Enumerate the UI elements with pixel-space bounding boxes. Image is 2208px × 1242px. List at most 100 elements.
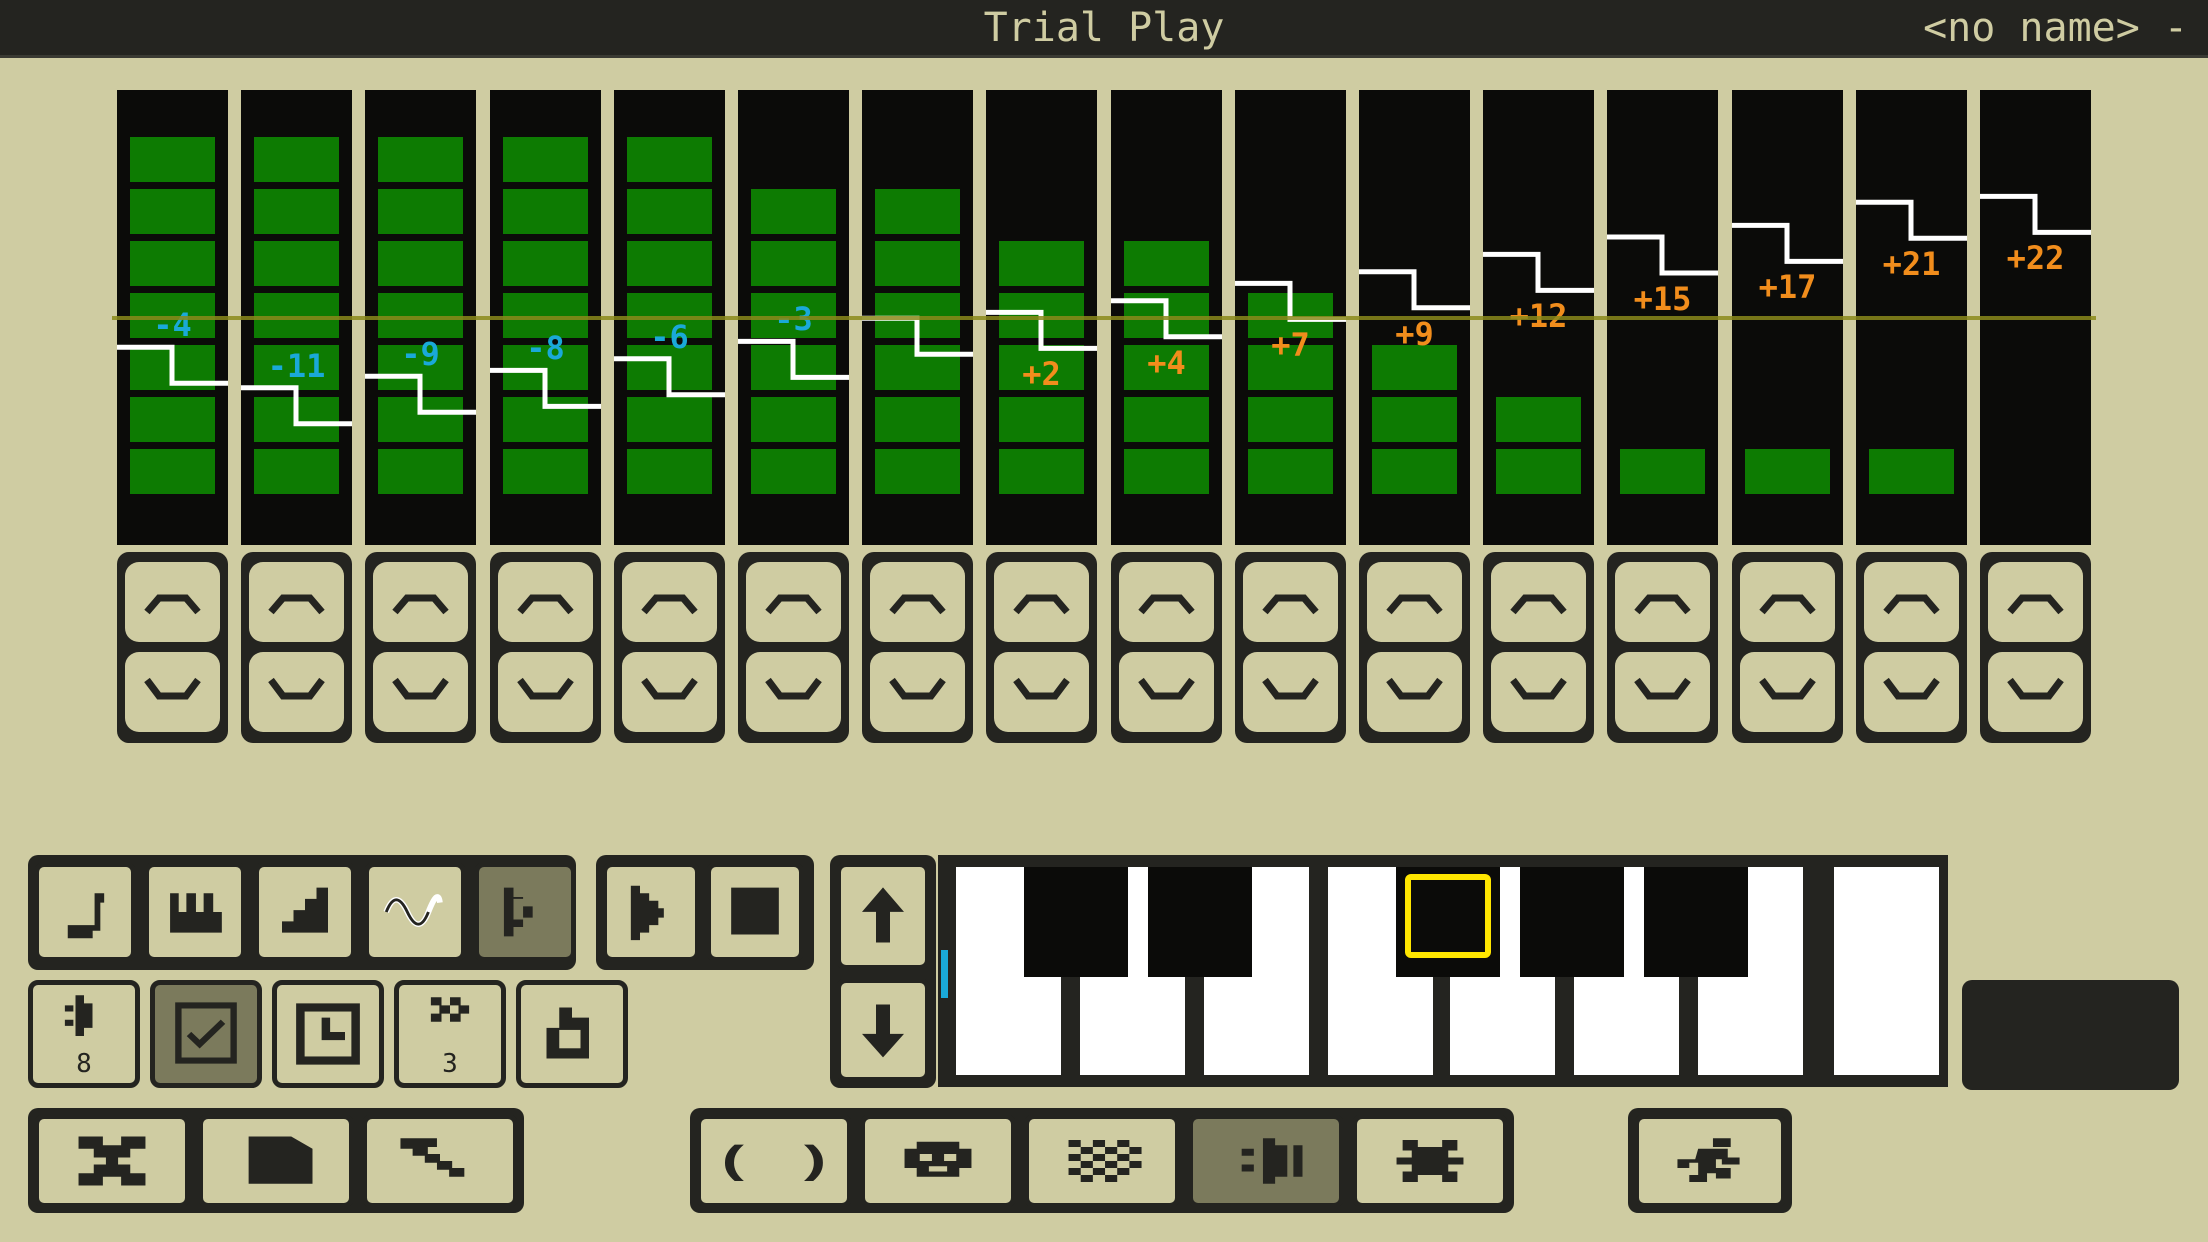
option-button[interactable] bbox=[272, 980, 384, 1088]
octave-up-button[interactable] bbox=[836, 862, 930, 970]
pitch-up-button[interactable] bbox=[125, 562, 220, 642]
mode-button[interactable] bbox=[34, 862, 136, 962]
svg-text:( ): ( ) bbox=[714, 1142, 834, 1185]
pitch-up-button[interactable] bbox=[1119, 562, 1214, 642]
map-icon bbox=[1068, 1140, 1142, 1182]
run-button[interactable] bbox=[1634, 1114, 1786, 1208]
black-key[interactable] bbox=[1148, 867, 1252, 977]
pitch-down-button[interactable] bbox=[1119, 652, 1214, 732]
chevron-up-icon bbox=[1510, 594, 1567, 615]
pitch-up-button[interactable] bbox=[870, 562, 965, 642]
pitch-down-button[interactable] bbox=[1491, 652, 1586, 732]
option-button[interactable] bbox=[150, 980, 262, 1088]
editor-tab[interactable] bbox=[860, 1114, 1016, 1208]
pitch-up-button[interactable] bbox=[249, 562, 344, 642]
white-key[interactable] bbox=[1834, 867, 1939, 1075]
black-key[interactable] bbox=[1024, 867, 1128, 977]
play-button[interactable] bbox=[602, 862, 700, 962]
pitch-down-button[interactable] bbox=[498, 652, 593, 732]
pitch-up-button[interactable] bbox=[622, 562, 717, 642]
option-button[interactable]: 3 bbox=[394, 980, 506, 1088]
pitch-buttons bbox=[1732, 552, 1843, 743]
pitch-buttons bbox=[1359, 552, 1470, 743]
chevron-up-icon bbox=[1759, 594, 1816, 615]
mode-button[interactable] bbox=[474, 862, 576, 962]
stop-icon bbox=[731, 887, 779, 935]
settings-button[interactable] bbox=[362, 1114, 518, 1208]
chevron-down-icon bbox=[1386, 677, 1443, 700]
chevron-up-icon bbox=[1138, 594, 1195, 615]
pitch-down-button[interactable] bbox=[1988, 652, 2083, 732]
piano-keys-icon bbox=[170, 893, 222, 933]
pitch-up-button[interactable] bbox=[1243, 562, 1338, 642]
pitch-buttons bbox=[490, 552, 601, 743]
chevron-down-icon bbox=[1883, 677, 1940, 700]
pitch-up-button[interactable] bbox=[373, 562, 468, 642]
chevron-up-icon bbox=[1262, 594, 1319, 615]
reference-pitch-line bbox=[112, 316, 2096, 320]
undo-icon bbox=[546, 1007, 589, 1059]
pitch-value-label: +4 bbox=[1147, 343, 1186, 382]
pitch-down-button[interactable] bbox=[1367, 652, 1462, 732]
editor-tab[interactable] bbox=[1188, 1114, 1344, 1208]
pitch-up-button[interactable] bbox=[1740, 562, 1835, 642]
chevron-down-icon bbox=[1262, 677, 1319, 700]
pitch-up-button[interactable] bbox=[1491, 562, 1586, 642]
sound-icon bbox=[1241, 1138, 1303, 1184]
pitch-up-button[interactable] bbox=[994, 562, 1089, 642]
pitch-down-button[interactable] bbox=[249, 652, 344, 732]
brackets-icon: ( ) bbox=[714, 1142, 834, 1185]
mode-button[interactable] bbox=[364, 862, 466, 962]
pitch-value-label: -8 bbox=[526, 329, 565, 368]
stop-button[interactable] bbox=[706, 862, 804, 962]
chevron-down-icon bbox=[889, 677, 946, 700]
pitch-buttons bbox=[365, 552, 476, 743]
pitch-down-button[interactable] bbox=[994, 652, 1089, 732]
chevron-down-icon bbox=[392, 677, 449, 700]
pitch-down-button[interactable] bbox=[870, 652, 965, 732]
editor-tab[interactable]: ( ) bbox=[696, 1114, 852, 1208]
pitch-down-button[interactable] bbox=[1740, 652, 1835, 732]
pitch-down-button[interactable] bbox=[373, 652, 468, 732]
black-key[interactable] bbox=[1644, 867, 1748, 977]
octave-down-button[interactable] bbox=[836, 978, 930, 1082]
pitch-down-button[interactable] bbox=[1243, 652, 1338, 732]
exit-icon bbox=[78, 1136, 146, 1186]
editor-tab[interactable] bbox=[1352, 1114, 1508, 1208]
pitch-up-button[interactable] bbox=[1988, 562, 2083, 642]
note-icon bbox=[67, 893, 105, 939]
pitch-up-button[interactable] bbox=[1864, 562, 1959, 642]
pitch-buttons bbox=[117, 552, 228, 743]
pitch-buttons bbox=[738, 552, 849, 743]
pitch-up-button[interactable] bbox=[1367, 562, 1462, 642]
pitch-buttons bbox=[614, 552, 725, 743]
pitch-up-button[interactable] bbox=[498, 562, 593, 642]
pitch-up-button[interactable] bbox=[1615, 562, 1710, 642]
pitch-down-button[interactable] bbox=[125, 652, 220, 732]
chevron-down-icon bbox=[144, 677, 201, 700]
arrow-down-icon bbox=[862, 1004, 904, 1058]
pitch-down-button[interactable] bbox=[1864, 652, 1959, 732]
pitch-down-button[interactable] bbox=[746, 652, 841, 732]
pitch-value-label: +2 bbox=[1022, 355, 1061, 394]
file-button[interactable] bbox=[198, 1114, 354, 1208]
editor-tab[interactable] bbox=[1024, 1114, 1180, 1208]
octave-indicator bbox=[941, 950, 948, 998]
option-button[interactable] bbox=[516, 980, 628, 1088]
chevron-up-icon bbox=[268, 594, 325, 615]
chevron-down-icon bbox=[1634, 677, 1691, 700]
pitch-up-button[interactable] bbox=[746, 562, 841, 642]
pitch-value-label: +9 bbox=[1395, 314, 1434, 353]
exit-button[interactable] bbox=[34, 1114, 190, 1208]
option-button[interactable]: 8 bbox=[28, 980, 140, 1088]
mode-button[interactable] bbox=[254, 862, 356, 962]
chevron-up-icon bbox=[1013, 594, 1070, 615]
mode-button[interactable] bbox=[144, 862, 246, 962]
pitch-value-label: +15 bbox=[1633, 280, 1692, 318]
button-label: 3 bbox=[442, 1049, 458, 1079]
pitch-down-button[interactable] bbox=[622, 652, 717, 732]
sine-wave-icon bbox=[383, 894, 443, 927]
pitch-down-button[interactable] bbox=[1615, 652, 1710, 732]
black-key[interactable] bbox=[1520, 867, 1624, 977]
chevron-up-icon bbox=[889, 594, 946, 615]
